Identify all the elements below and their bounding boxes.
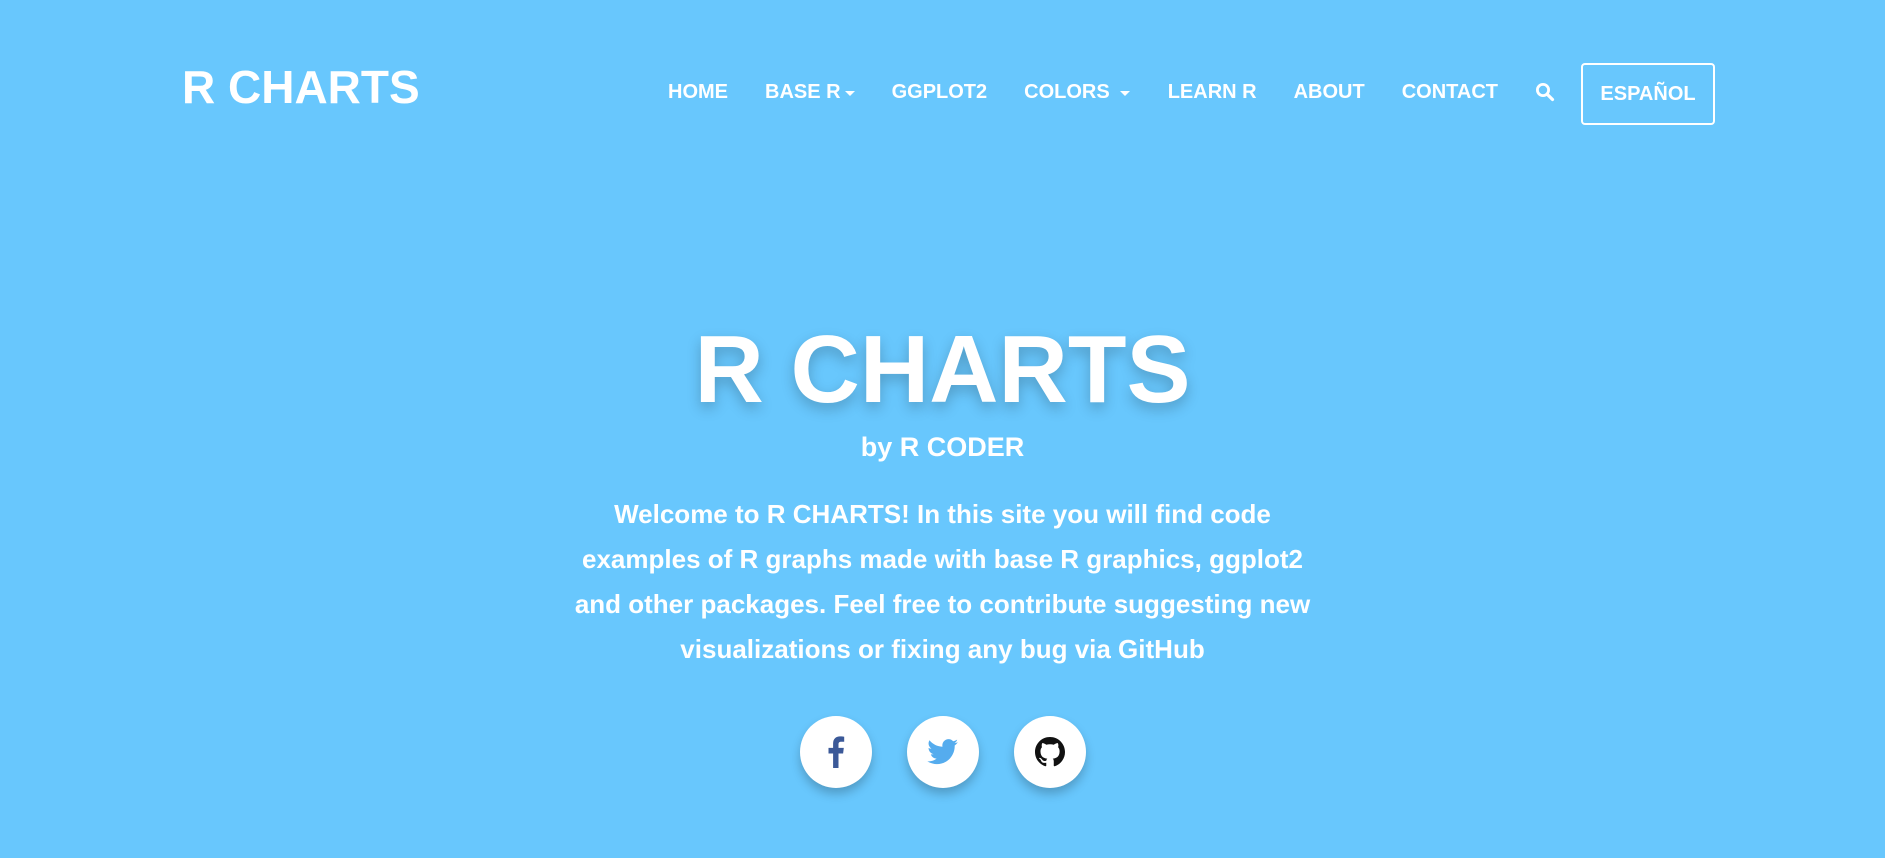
nav-colors[interactable]: COLORS (1024, 80, 1130, 104)
nav-base-r[interactable]: BASE R (765, 80, 855, 104)
nav-home[interactable]: HOME (668, 80, 728, 104)
site-header: R CHARTS HOME BASE R GGPLOT2 COLORS LEAR… (0, 0, 1885, 190)
nav-learn-r[interactable]: LEARN R (1168, 80, 1257, 104)
search-icon (1536, 83, 1555, 102)
twitter-button[interactable] (906, 716, 979, 788)
facebook-button[interactable] (799, 716, 872, 788)
nav-learn-r-label: LEARN R (1167, 81, 1257, 103)
nav-about-label: ABOUT (1293, 81, 1365, 103)
nav-home-label: HOME (668, 81, 728, 103)
site-logo[interactable]: R CHARTS (182, 64, 420, 110)
nav-ggplot2-label: GGPLOT2 (891, 81, 988, 103)
hero-title: R CHARTS (694, 316, 1191, 423)
hero-byline: by R CODER (860, 432, 1025, 462)
social-links (0, 716, 1885, 788)
caret-down-icon (844, 90, 855, 96)
nav-contact[interactable]: CONTACT (1402, 80, 1498, 104)
hero-welcome-text: Welcome to R CHARTS! In this site you wi… (574, 499, 1311, 664)
nav-colors-label: COLORS (1024, 81, 1110, 103)
language-button[interactable]: ESPAÑOL (1581, 63, 1715, 125)
nav-about[interactable]: ABOUT (1294, 80, 1365, 104)
facebook-icon (828, 736, 844, 768)
nav-base-r-label: BASE R (765, 81, 841, 103)
twitter-icon (926, 739, 958, 765)
main-nav: HOME BASE R GGPLOT2 COLORS LEARN R ABOUT… (668, 80, 1556, 104)
caret-down-icon (1119, 90, 1130, 96)
nav-contact-label: CONTACT (1401, 81, 1498, 103)
nav-ggplot2[interactable]: GGPLOT2 (892, 80, 988, 104)
search-button[interactable] (1534, 81, 1556, 103)
github-icon (1034, 737, 1065, 767)
github-button[interactable] (1013, 716, 1086, 788)
